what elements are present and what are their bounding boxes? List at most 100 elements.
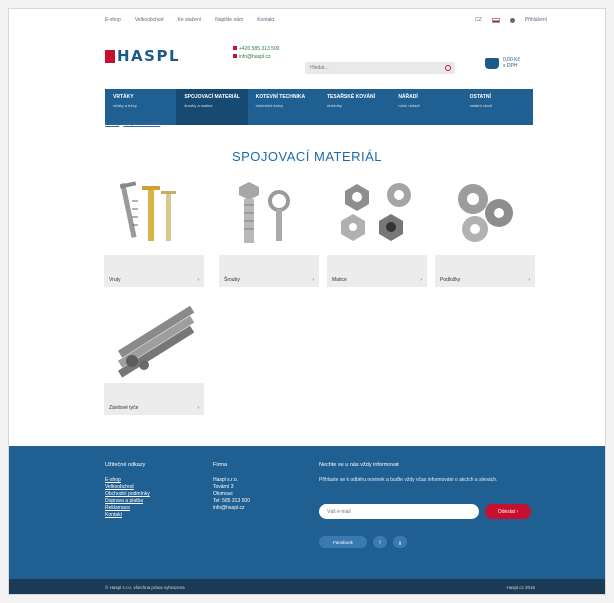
footer-link[interactable]: Kontakt bbox=[105, 512, 150, 519]
czech-flag-icon[interactable] bbox=[491, 17, 500, 23]
google-plus-icon[interactable]: g bbox=[393, 536, 407, 548]
category-card[interactable]: Matice › bbox=[327, 171, 427, 287]
facebook-icon[interactable]: f bbox=[373, 536, 387, 548]
cart-icon[interactable] bbox=[485, 57, 499, 69]
category-card[interactable]: Podložky › bbox=[435, 171, 535, 287]
footer-text: Haspl s.r.o. bbox=[213, 477, 239, 483]
logo-mark-icon bbox=[105, 49, 115, 63]
card-label: Vruty › bbox=[104, 255, 204, 287]
chevron-right-icon: › bbox=[197, 277, 199, 283]
nav-title: Tesařské kování bbox=[326, 94, 376, 100]
user-icon bbox=[509, 17, 515, 23]
screws-image bbox=[119, 181, 176, 241]
nav-item[interactable]: Ostatní ostatní zboží bbox=[462, 89, 533, 125]
page-title: SPOJOVACÍ MATERIÁL bbox=[231, 149, 383, 164]
nav-title: Vrtáky bbox=[113, 94, 134, 100]
card-title: Matice bbox=[332, 277, 347, 283]
cart-note: s DPH bbox=[503, 63, 518, 69]
top-link[interactable]: Napište nám bbox=[215, 17, 243, 23]
nav-subtitle: vrtáky a frézy bbox=[113, 103, 137, 108]
footer-text: Olomouc bbox=[213, 491, 234, 497]
nav-subtitle: úhelníky bbox=[326, 103, 342, 108]
nuts-image bbox=[341, 183, 411, 241]
footer: Užitečné odkazy E-shop Velkoobchod Obcho… bbox=[9, 446, 605, 589]
header: HASPL +420 585 313 500 info@haspl.cz 0,0… bbox=[9, 31, 605, 79]
footer-link[interactable]: Doprava a platba bbox=[105, 498, 150, 505]
cart-summary: 0,00 Kč s DPH bbox=[503, 57, 520, 69]
chevron-right-icon: › bbox=[197, 405, 199, 411]
top-link[interactable]: E-shop bbox=[105, 17, 121, 23]
footer-heading: Firma bbox=[213, 462, 228, 468]
logo[interactable]: HASPL bbox=[105, 47, 180, 65]
nav-item[interactable]: Vrtáky vrtáky a frézy bbox=[105, 89, 176, 125]
search-box bbox=[305, 62, 455, 74]
nav-title: Nářadí bbox=[398, 94, 418, 100]
breadcrumb-current[interactable]: Spojovací materiál bbox=[123, 121, 160, 126]
card-title: Vruty bbox=[109, 277, 121, 283]
language-code[interactable]: CZ bbox=[475, 17, 482, 23]
phone-number[interactable]: +420 585 313 500 bbox=[239, 46, 279, 52]
category-card[interactable]: Závitové tyče › bbox=[104, 299, 204, 415]
card-label: Podložky › bbox=[435, 255, 535, 287]
newsletter: Nechte se u nás vždy informovat Přihlast… bbox=[319, 462, 519, 492]
breadcrumb: E-shop › Spojovací materiál bbox=[105, 121, 161, 126]
subscribe-button[interactable]: Odeslat › bbox=[485, 504, 531, 519]
top-link[interactable]: Kontakt bbox=[257, 17, 274, 23]
footer-text: Tel: 585 313 500 bbox=[213, 498, 250, 504]
nav-title: Kotevní technika bbox=[255, 94, 306, 100]
copyright-text: © Haspl s.r.o. všechna práva vyhrazena bbox=[105, 585, 185, 590]
nav-subtitle: ostatní zboží bbox=[469, 103, 493, 108]
category-card[interactable]: Vruty › bbox=[104, 171, 204, 287]
footer-links-column: Užitečné odkazy E-shop Velkoobchod Obcho… bbox=[105, 462, 150, 519]
nav-item[interactable]: Tesařské kování úhelníky bbox=[319, 89, 390, 125]
washers-image bbox=[458, 184, 513, 242]
newsletter-email-input[interactable] bbox=[319, 504, 479, 519]
nav-item-active[interactable]: Spojovací materiál šrouby a matice bbox=[176, 89, 248, 125]
nav-item[interactable]: Nářadí ruční nářadí bbox=[390, 89, 461, 125]
nav-item[interactable]: Kotevní technika chemické kotvy bbox=[248, 89, 319, 125]
search-icon[interactable] bbox=[445, 65, 451, 71]
footer-link[interactable]: Obchodní podmínky bbox=[105, 491, 150, 498]
email-address[interactable]: info@haspl.cz bbox=[239, 54, 270, 60]
logo-text: HASPL bbox=[117, 47, 181, 65]
chevron-right-icon: › bbox=[312, 277, 314, 283]
card-label: Šrouby › bbox=[219, 255, 319, 287]
breadcrumb-link[interactable]: E-shop bbox=[105, 121, 119, 126]
cart[interactable]: 0,00 Kč s DPH bbox=[485, 57, 520, 69]
newsletter-text: Přihlaste se k odběru novinek a buďte vž… bbox=[319, 477, 498, 483]
facebook-button[interactable]: Facebook bbox=[319, 536, 367, 548]
copyright-bar: © Haspl s.r.o. všechna práva vyhrazena H… bbox=[9, 579, 605, 594]
top-links: E-shop Velkoobchod Ke stažení Napište ná… bbox=[105, 17, 274, 23]
footer-link[interactable]: E-shop bbox=[105, 477, 150, 484]
card-title: Podložky bbox=[440, 277, 461, 283]
footer-link[interactable]: Velkoobchod bbox=[105, 484, 150, 491]
card-label: Závitové tyče › bbox=[104, 383, 204, 415]
top-link[interactable]: Ke stažení bbox=[177, 17, 201, 23]
email-icon bbox=[233, 54, 237, 58]
category-card[interactable]: Šrouby › bbox=[219, 171, 319, 287]
top-link[interactable]: Velkoobchod bbox=[135, 17, 164, 23]
nav-subtitle: ruční nářadí bbox=[398, 103, 420, 108]
nav-title: Spojovací materiál bbox=[184, 94, 240, 100]
topbar: E-shop Velkoobchod Ke stažení Napište ná… bbox=[9, 9, 605, 31]
nav-title: Ostatní bbox=[469, 94, 491, 100]
footer-text: Tovární 3 bbox=[213, 484, 234, 490]
footer-heading: Užitečné odkazy bbox=[105, 462, 146, 468]
top-right: CZ Přihlášení bbox=[475, 17, 547, 23]
threaded-rods-image bbox=[117, 305, 195, 378]
main-nav: Vrtáky vrtáky a frézy Spojovací materiál… bbox=[105, 89, 533, 125]
card-title: Závitové tyče bbox=[109, 405, 139, 411]
page: E-shop Velkoobchod Ke stažení Napište ná… bbox=[8, 8, 606, 595]
footer-link[interactable]: Reklamace bbox=[105, 505, 150, 512]
footer-company-column: Firma Haspl s.r.o. Tovární 3 Olomouc Tel… bbox=[213, 462, 250, 512]
chevron-right-icon: › bbox=[420, 277, 422, 283]
card-title: Šrouby bbox=[224, 277, 240, 283]
chevron-right-icon: › bbox=[528, 277, 530, 283]
login-link[interactable]: Přihlášení bbox=[525, 17, 547, 23]
search-input[interactable] bbox=[305, 62, 433, 74]
site-credit[interactable]: Haspl.cz 2016 bbox=[506, 585, 535, 590]
bolts-image bbox=[239, 182, 290, 243]
contact-info: +420 585 313 500 info@haspl.cz bbox=[233, 45, 279, 61]
nav-subtitle: chemické kotvy bbox=[255, 103, 283, 108]
footer-text: info@haspl.cz bbox=[213, 505, 245, 511]
